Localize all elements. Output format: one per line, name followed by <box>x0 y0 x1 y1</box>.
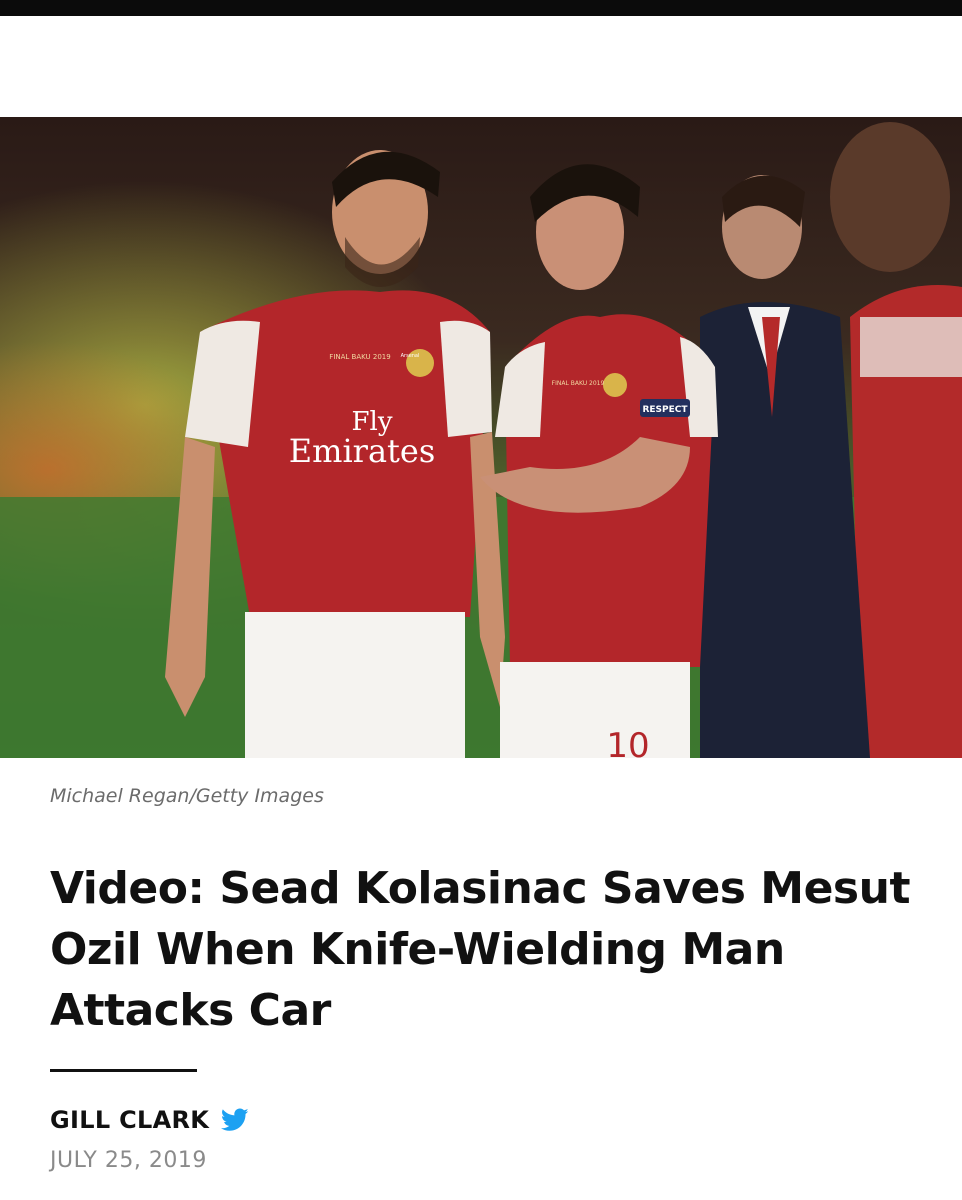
shirt-number: 10 <box>606 726 649 758</box>
author-name[interactable]: GILL CLARK <box>50 1106 209 1134</box>
shirt-match-print: FINAL BAKU 2019 <box>329 353 390 361</box>
arsenal-crest-icon-2 <box>603 373 627 397</box>
twitter-icon[interactable] <box>221 1108 249 1132</box>
sleeve-patch-text: RESPECT <box>642 405 688 415</box>
headline-divider <box>50 1069 197 1072</box>
top-bar <box>0 0 962 16</box>
hero-photo: Fly Emirates FINAL BAKU 2019 10 RESPECT … <box>0 117 962 758</box>
crest-label: Arsenal <box>401 353 420 359</box>
publish-date: JULY 25, 2019 <box>50 1148 207 1173</box>
byline: GILL CLARK <box>50 1106 249 1134</box>
article-headline: Video: Sead Kolasinac Saves Mesut Ozil W… <box>50 863 910 1036</box>
photo-credit: Michael Regan/Getty Images <box>50 785 324 807</box>
shirt-sponsor-line2: Emirates <box>289 432 436 470</box>
shirt-match-print-2: FINAL BAKU 2019 <box>552 380 605 387</box>
